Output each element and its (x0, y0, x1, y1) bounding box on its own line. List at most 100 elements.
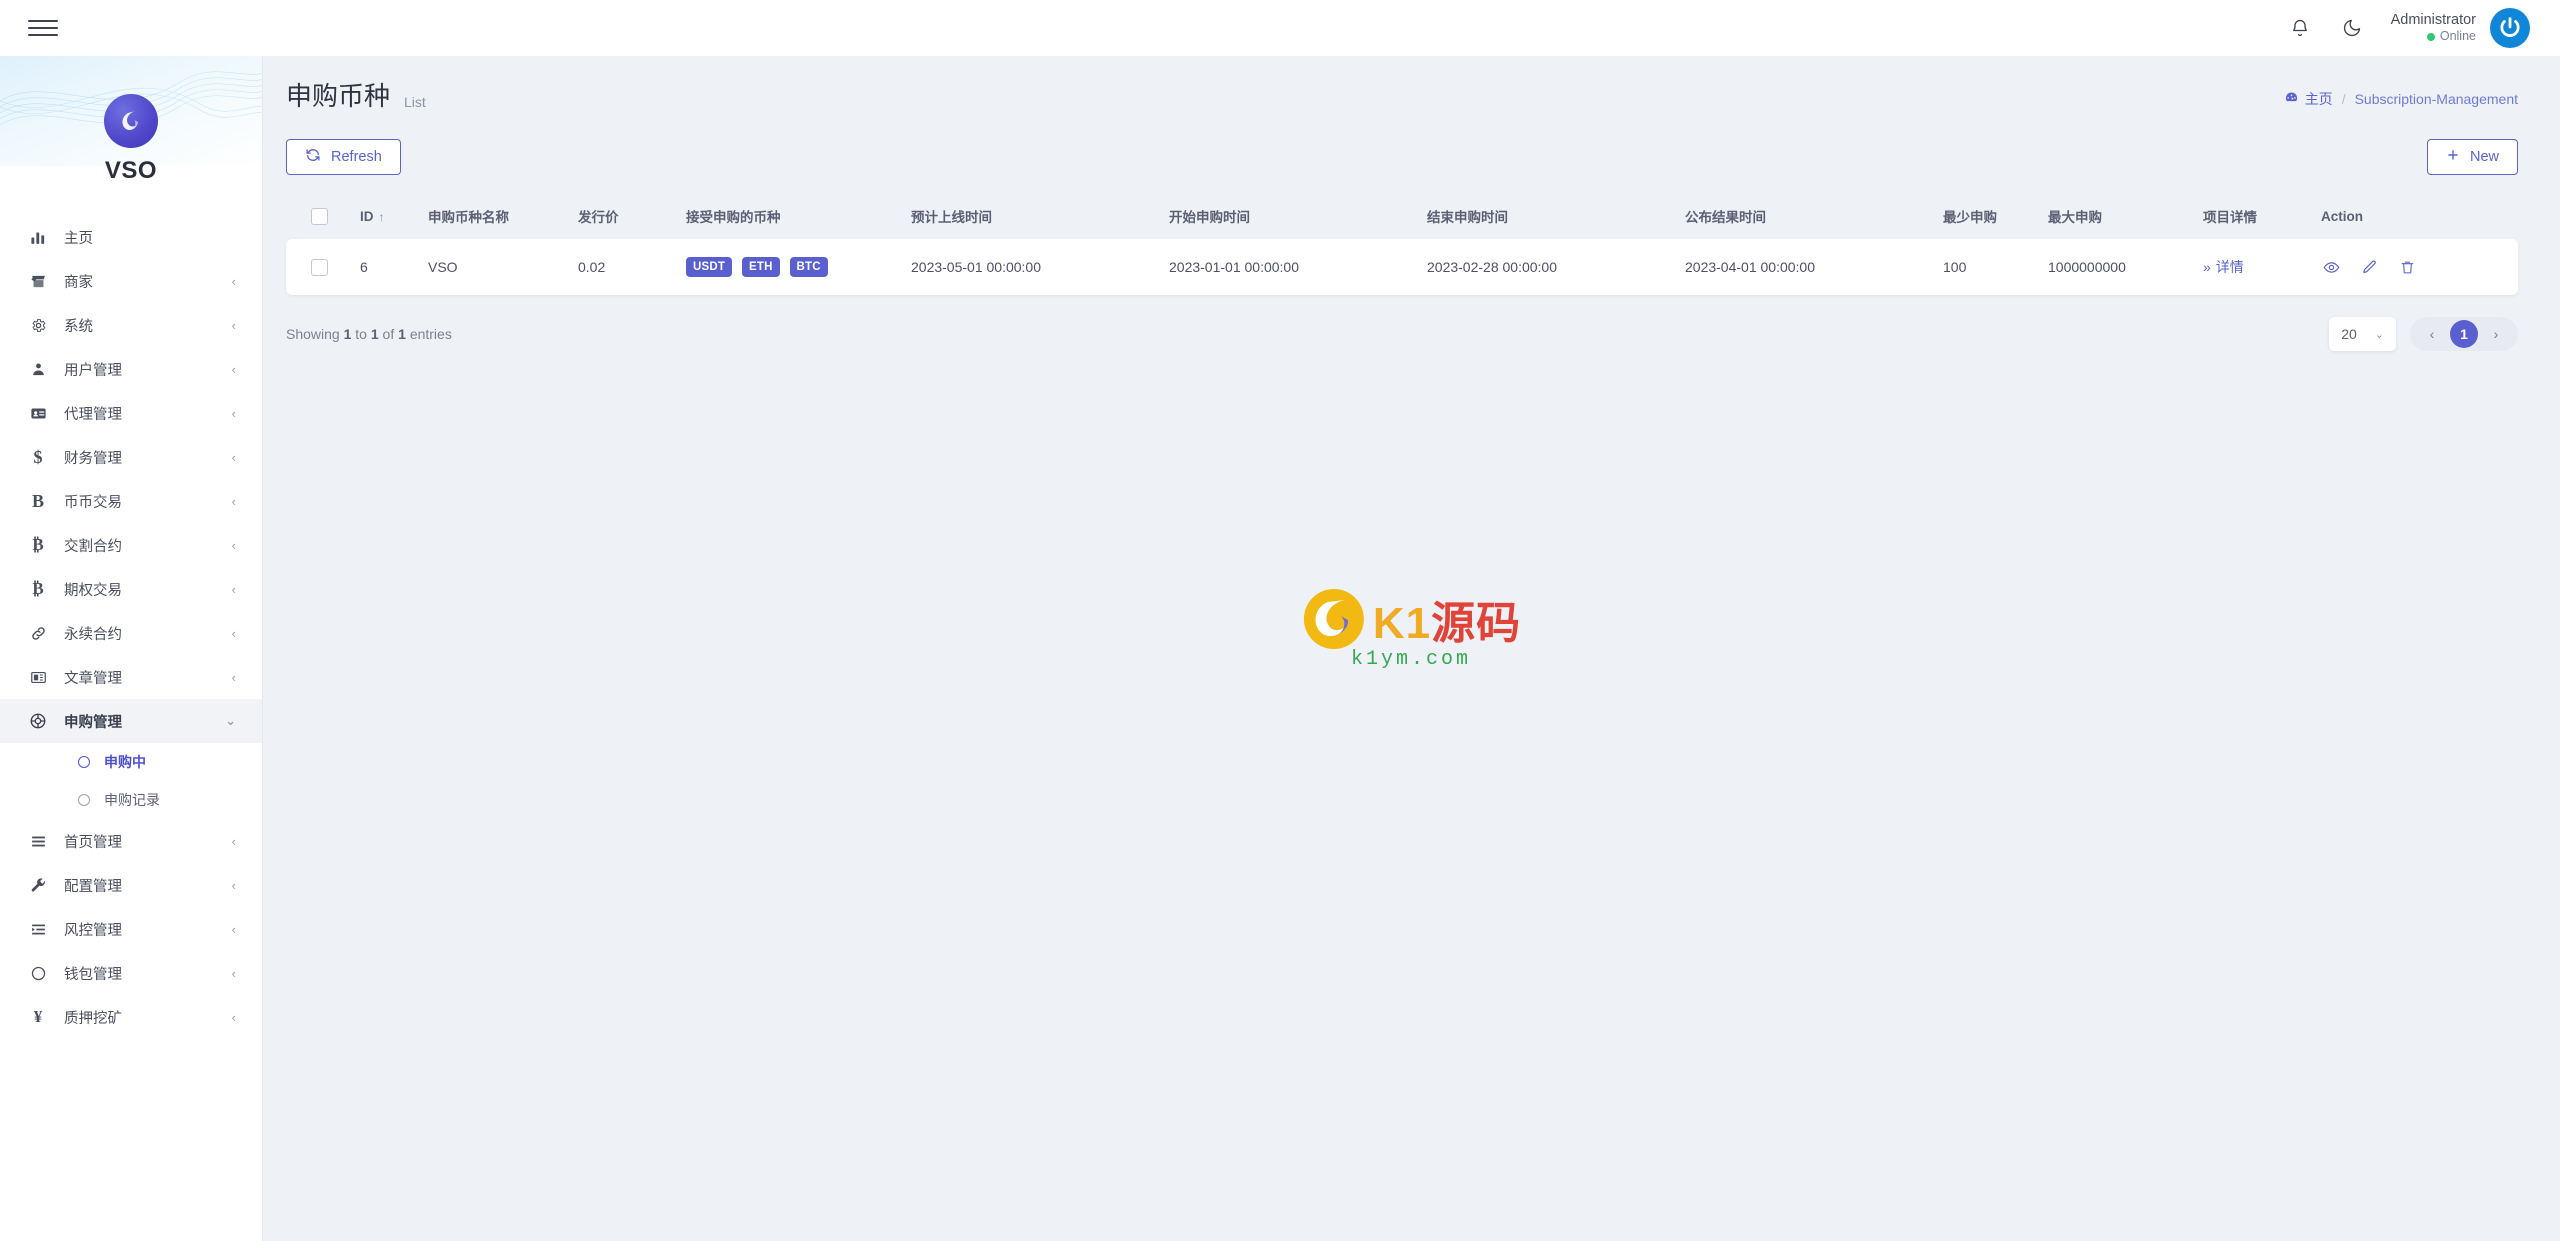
trash-icon[interactable] (2397, 257, 2417, 277)
sidebar-item-homepage-management[interactable]: 首页管理 ‹ (0, 819, 262, 863)
project-detail-link[interactable]: » 详情 (2203, 257, 2244, 277)
column-header-expected-online-time[interactable]: 预计上线时间 (903, 206, 1161, 226)
sidebar-item-coin-trading[interactable]: B 币币交易 ‹ (0, 479, 262, 523)
sidebar-item-label: 风控管理 (64, 922, 122, 939)
entries-from: 1 (343, 326, 352, 342)
sidebar-item-label: 期权交易 (64, 582, 122, 599)
chevron-right-icon: ‹ (231, 833, 236, 849)
column-header-min-subscription[interactable]: 最少申购 (1935, 206, 2040, 226)
next-page-button[interactable]: › (2482, 320, 2510, 348)
refresh-label: Refresh (331, 149, 382, 165)
new-button[interactable]: New (2426, 139, 2518, 175)
watermark-logo-icon (1301, 586, 1367, 652)
column-header-action: Action (2321, 208, 2363, 224)
column-header-issue-price[interactable]: 发行价 (570, 206, 678, 226)
sidebar-item-delivery-contract[interactable]: ₿ 交割合约 ‹ (0, 523, 262, 567)
toolbar: Refresh New (286, 139, 2518, 175)
breadcrumb: 主页 / Subscription-Management (2284, 89, 2518, 113)
sidebar-item-system[interactable]: 系统 ‹ (0, 303, 262, 347)
sidebar-item-staking-mining[interactable]: ¥ 质押挖矿 ‹ (0, 995, 262, 1039)
gear-icon (28, 315, 48, 335)
column-header-project-detail[interactable]: 项目详情 (2195, 206, 2313, 226)
moon-icon[interactable] (2339, 15, 2365, 41)
online-dot-icon (2426, 33, 2435, 42)
sidebar-item-label: 用户管理 (64, 362, 122, 379)
entries-to: 1 (370, 326, 379, 342)
page-size-value: 20 (2341, 326, 2357, 342)
breadcrumb-home-label: 主页 (2304, 91, 2333, 107)
project-detail-label: 详情 (2215, 259, 2244, 275)
row-select-cell (286, 258, 352, 276)
store-icon (28, 271, 48, 291)
column-header-coin-name[interactable]: 申购币种名称 (420, 206, 570, 226)
chevron-right-icon: ‹ (231, 537, 236, 553)
page-buttons: ‹ 1 › (2410, 317, 2518, 351)
brand[interactable]: VSO (0, 56, 262, 215)
sidebar-item-config-management[interactable]: 配置管理 ‹ (0, 863, 262, 907)
entries-total: 1 (398, 326, 406, 342)
user-menu[interactable]: Administrator Online (2391, 8, 2530, 48)
sidebar-item-user-management[interactable]: 用户管理 ‹ (0, 347, 262, 391)
link-icon (28, 623, 48, 643)
page-button-1[interactable]: 1 (2450, 320, 2478, 348)
sidebar-item-label: 配置管理 (64, 878, 122, 895)
column-header-id[interactable]: ID ↑ (352, 209, 420, 224)
sidebar-item-perpetual-contract[interactable]: 永续合约 ‹ (0, 611, 262, 655)
bell-icon[interactable] (2287, 15, 2313, 41)
sidebar-item-label: 文章管理 (64, 670, 122, 687)
select-all-checkbox[interactable] (310, 207, 328, 225)
column-header-max-subscription[interactable]: 最大申购 (2040, 206, 2195, 226)
chevron-right-icon: ‹ (231, 877, 236, 893)
page-size-select[interactable]: 20 ⌄ (2329, 317, 2396, 351)
column-header-end-time[interactable]: 结束申购时间 (1419, 206, 1677, 226)
sidebar-item-option-trading[interactable]: ₿ 期权交易 ‹ (0, 567, 262, 611)
circle-icon (78, 756, 90, 768)
row-action-group (2321, 257, 2510, 277)
sidebar-item-label: 财务管理 (64, 450, 122, 467)
sidebar-item-label: 质押挖矿 (64, 1010, 122, 1027)
sidebar-item-finance-management[interactable]: $ 财务管理 ‹ (0, 435, 262, 479)
refresh-button[interactable]: Refresh (286, 139, 401, 175)
sidebar-subitem-subscription-records[interactable]: 申购记录 (0, 781, 262, 819)
prev-page-button[interactable]: ‹ (2418, 320, 2446, 348)
sidebar-item-label: 代理管理 (64, 406, 122, 423)
column-header-start-time[interactable]: 开始申购时间 (1161, 206, 1419, 226)
sidebar: VSO 主页 商家 ‹ 系统 ‹ 用户管理 ‹ 代理管理 ‹ $ 财务管理 ‹ … (0, 56, 262, 1241)
column-header-result-time[interactable]: 公布结果时间 (1677, 206, 1935, 226)
eye-icon[interactable] (2321, 257, 2341, 277)
cell-expected-online-time: 2023-05-01 00:00:00 (911, 259, 1041, 275)
sidebar-subitem-subscribing[interactable]: 申购中 (0, 743, 262, 781)
letter-b-icon: B (31, 490, 44, 511)
topbar-right-group: Administrator Online (2287, 8, 2530, 48)
cell-max-subscription: 1000000000 (2048, 259, 2126, 275)
sidebar-item-subscription-management[interactable]: 申购管理 ⌄ (0, 699, 262, 743)
sidebar-item-home[interactable]: 主页 (0, 215, 262, 259)
coin-badge: USDT (686, 257, 733, 277)
sidebar-item-label: 钱包管理 (64, 966, 122, 983)
chevron-right-icon: ‹ (231, 921, 236, 937)
chevron-right-icon: ‹ (231, 405, 236, 421)
main-content: 申购币种 List 主页 / Subscription-Management R… (262, 56, 2560, 1241)
breadcrumb-home[interactable]: 主页 (2284, 89, 2333, 109)
row-checkbox[interactable] (310, 258, 328, 276)
table-row[interactable]: 6 VSO 0.02 USDT ETH BTC 2023-05-01 00:00… (286, 239, 2518, 295)
refresh-icon (305, 147, 321, 167)
coin-badge: ETH (742, 257, 780, 277)
user-icon (28, 359, 48, 379)
sidebar-item-risk-management[interactable]: 风控管理 ‹ (0, 907, 262, 951)
avatar[interactable] (2490, 8, 2530, 48)
sidebar-item-merchant[interactable]: 商家 ‹ (0, 259, 262, 303)
select-all-cell (286, 207, 352, 225)
cell-accepted-coins: USDT ETH BTC (678, 257, 903, 277)
column-header-accepted-coins[interactable]: 接受申购的币种 (678, 206, 903, 226)
bitcoin-icon: ₿ (32, 579, 44, 598)
entries-prefix: Showing (286, 326, 340, 342)
sidebar-item-agent-management[interactable]: 代理管理 ‹ (0, 391, 262, 435)
sidebar-item-article-management[interactable]: 文章管理 ‹ (0, 655, 262, 699)
sidebar-item-wallet-management[interactable]: 钱包管理 ‹ (0, 951, 262, 995)
hamburger-menu-icon[interactable] (28, 16, 58, 40)
breadcrumb-current[interactable]: Subscription-Management (2355, 91, 2518, 107)
sidebar-subitem-label: 申购记录 (104, 792, 160, 808)
edit-icon[interactable] (2359, 257, 2379, 277)
page-header: 申购币种 List 主页 / Subscription-Management (286, 76, 2518, 113)
